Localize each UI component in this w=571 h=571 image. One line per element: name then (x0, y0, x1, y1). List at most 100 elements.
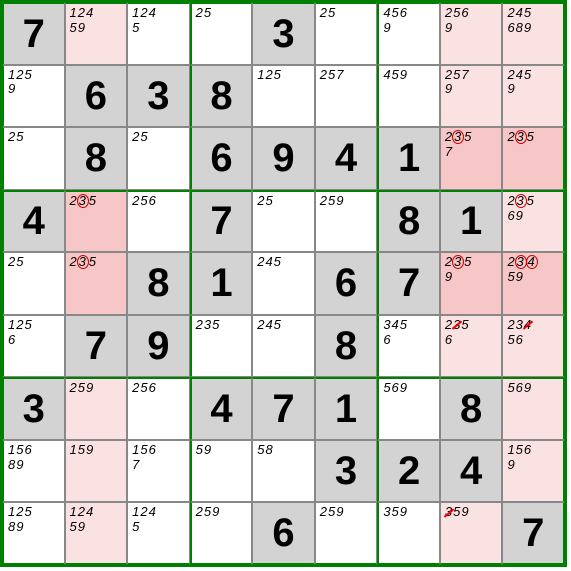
sudoku-board[interactable]: 7124591245253254569256924568912596381252… (0, 0, 567, 567)
cell-r6-c4[interactable]: 235 (190, 315, 253, 378)
cell-r8-c1[interactable]: 15689 (2, 440, 65, 503)
cell-r2-c8[interactable]: 2579 (440, 65, 503, 128)
candidate-digits: 235 (507, 130, 561, 145)
cell-r1-c6[interactable]: 25 (315, 2, 378, 65)
cell-r3-c7[interactable]: 1 (377, 127, 440, 190)
cell-r8-c7[interactable]: 2 (377, 440, 440, 503)
cell-r7-c1[interactable]: 3 (2, 377, 65, 440)
cell-r1-c2[interactable]: 12459 (65, 2, 128, 65)
candidate-digits: 3456 (383, 318, 437, 348)
cell-r9-c1[interactable]: 12589 (2, 502, 65, 565)
cell-r3-c4[interactable]: 6 (190, 127, 253, 190)
candidate-digits: 15689 (8, 443, 62, 473)
cell-r6-c1[interactable]: 1256 (2, 315, 65, 378)
cell-r2-c4[interactable]: 8 (190, 65, 253, 128)
cell-r9-c5[interactable]: 6 (252, 502, 315, 565)
cell-r8-c2[interactable]: 159 (65, 440, 128, 503)
candidate-digits: 25 (8, 255, 62, 270)
cell-r5-c7[interactable]: 7 (377, 252, 440, 315)
cell-r4-c8[interactable]: 1 (440, 190, 503, 253)
cell-r2-c5[interactable]: 125 (252, 65, 315, 128)
cell-r2-c6[interactable]: 257 (315, 65, 378, 128)
given-digit: 3 (23, 389, 45, 429)
candidate-digits: 25 (257, 194, 312, 209)
cell-r4-c2[interactable]: 235 (65, 190, 128, 253)
cell-r2-c9[interactable]: 2459 (502, 65, 565, 128)
cell-r4-c5[interactable]: 25 (252, 190, 315, 253)
cell-r7-c2[interactable]: 259 (65, 377, 128, 440)
candidate-digits: 1245 (132, 505, 187, 535)
cell-r5-c3[interactable]: 8 (127, 252, 190, 315)
candidate-digits: 23569 (507, 194, 561, 224)
given-digit: 2 (398, 451, 420, 491)
cell-r7-c8[interactable]: 8 (440, 377, 503, 440)
cell-r9-c6[interactable]: 259 (315, 502, 378, 565)
cell-r1-c7[interactable]: 4569 (377, 2, 440, 65)
cell-r5-c9[interactable]: 23459 (502, 252, 565, 315)
cell-r8-c8[interactable]: 4 (440, 440, 503, 503)
cell-r4-c3[interactable]: 256 (127, 190, 190, 253)
cell-r7-c6[interactable]: 1 (315, 377, 378, 440)
cell-r3-c1[interactable]: 25 (2, 127, 65, 190)
cell-r6-c5[interactable]: 245 (252, 315, 315, 378)
cell-r2-c7[interactable]: 459 (377, 65, 440, 128)
cell-r3-c3[interactable]: 25 (127, 127, 190, 190)
cell-r6-c7[interactable]: 3456 (377, 315, 440, 378)
cell-r8-c3[interactable]: 1567 (127, 440, 190, 503)
given-digit: 1 (210, 263, 232, 303)
cell-r5-c8[interactable]: 2359 (440, 252, 503, 315)
cell-r1-c4[interactable]: 25 (190, 2, 253, 65)
cell-r4-c4[interactable]: 7 (190, 190, 253, 253)
cell-r1-c5[interactable]: 3 (252, 2, 315, 65)
cell-r6-c9[interactable]: 23456 (502, 315, 565, 378)
cell-r9-c8[interactable]: 359 (440, 502, 503, 565)
cell-r4-c1[interactable]: 4 (2, 190, 65, 253)
cell-r7-c9[interactable]: 569 (502, 377, 565, 440)
cell-r4-c6[interactable]: 259 (315, 190, 378, 253)
cell-r1-c1[interactable]: 7 (2, 2, 65, 65)
candidate-digits: 257 (320, 68, 375, 83)
cell-r8-c9[interactable]: 1569 (502, 440, 565, 503)
candidate-digits: 245 (257, 318, 312, 333)
cell-r5-c6[interactable]: 6 (315, 252, 378, 315)
cell-r5-c2[interactable]: 235 (65, 252, 128, 315)
cell-r4-c9[interactable]: 23569 (502, 190, 565, 253)
cell-r9-c3[interactable]: 1245 (127, 502, 190, 565)
given-digit: 7 (522, 513, 544, 553)
cell-r3-c8[interactable]: 2357 (440, 127, 503, 190)
given-digit: 1 (335, 389, 357, 429)
cell-r5-c4[interactable]: 1 (190, 252, 253, 315)
cell-r9-c9[interactable]: 7 (502, 502, 565, 565)
cell-r8-c4[interactable]: 59 (190, 440, 253, 503)
cell-r9-c7[interactable]: 359 (377, 502, 440, 565)
cell-r6-c6[interactable]: 8 (315, 315, 378, 378)
cell-r9-c2[interactable]: 12459 (65, 502, 128, 565)
cell-r1-c9[interactable]: 245689 (502, 2, 565, 65)
cell-r6-c2[interactable]: 7 (65, 315, 128, 378)
cell-r5-c5[interactable]: 245 (252, 252, 315, 315)
cell-r7-c7[interactable]: 569 (377, 377, 440, 440)
cell-r2-c2[interactable]: 6 (65, 65, 128, 128)
cell-r1-c8[interactable]: 2569 (440, 2, 503, 65)
cell-r7-c5[interactable]: 7 (252, 377, 315, 440)
cell-r7-c4[interactable]: 4 (190, 377, 253, 440)
candidate-digits: 259 (196, 505, 250, 520)
cell-r9-c4[interactable]: 259 (190, 502, 253, 565)
given-digit: 4 (210, 389, 232, 429)
cell-r7-c3[interactable]: 256 (127, 377, 190, 440)
given-digit: 4 (460, 451, 482, 491)
given-digit: 6 (272, 513, 294, 553)
cell-r4-c7[interactable]: 8 (377, 190, 440, 253)
cell-r3-c9[interactable]: 235 (502, 127, 565, 190)
cell-r2-c1[interactable]: 1259 (2, 65, 65, 128)
cell-r8-c5[interactable]: 58 (252, 440, 315, 503)
cell-r3-c2[interactable]: 8 (65, 127, 128, 190)
cell-r3-c6[interactable]: 4 (315, 127, 378, 190)
cell-r5-c1[interactable]: 25 (2, 252, 65, 315)
cell-r6-c3[interactable]: 9 (127, 315, 190, 378)
cell-r8-c6[interactable]: 3 (315, 440, 378, 503)
cell-r2-c3[interactable]: 3 (127, 65, 190, 128)
cell-r3-c5[interactable]: 9 (252, 127, 315, 190)
cell-r6-c8[interactable]: 2356 (440, 315, 503, 378)
cell-r1-c3[interactable]: 1245 (127, 2, 190, 65)
